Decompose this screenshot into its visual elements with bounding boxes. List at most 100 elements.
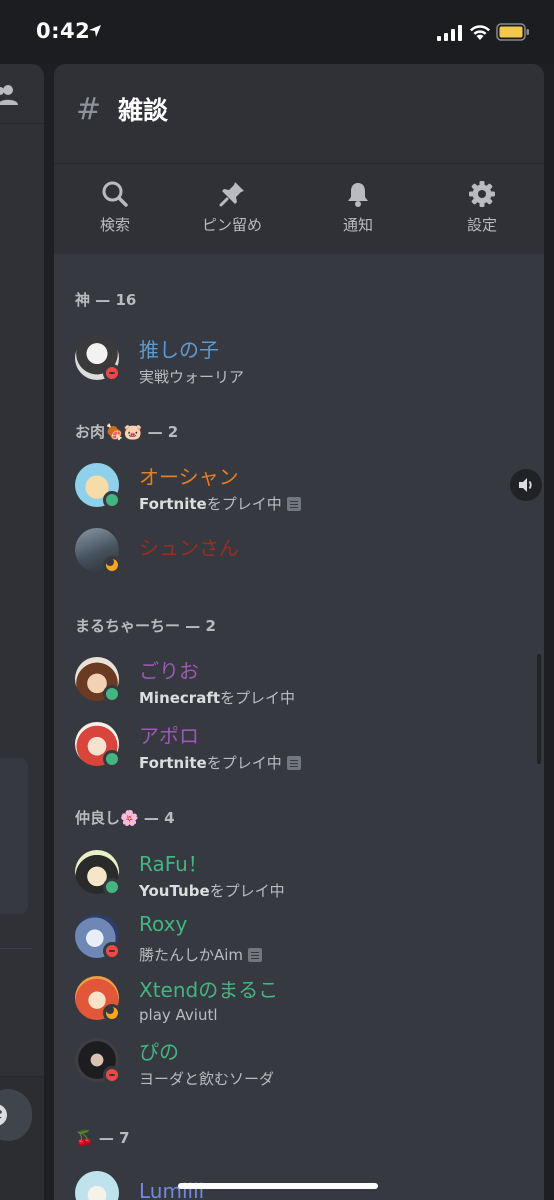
member-item[interactable]: Roxy 勝たんしかAim (75, 912, 515, 974)
dnd-status-icon (103, 942, 121, 960)
channel-title-row: # 雑談 (76, 91, 169, 127)
online-status-icon (103, 750, 121, 768)
search-button[interactable]: 検索 (65, 176, 165, 246)
cellular-signal-icon (437, 25, 462, 41)
voice-badge (510, 469, 542, 501)
rich-presence-icon (286, 496, 301, 511)
game-name: Fortnite (139, 494, 207, 513)
channel-chat-panel (0, 64, 44, 1200)
member-item[interactable]: RaFu！ YouTube をプレイ中 (75, 850, 515, 910)
chat-header (0, 64, 44, 124)
member-name: シュンさん (139, 536, 239, 560)
embed-card (0, 758, 28, 914)
status-bar: 0:42 (0, 0, 554, 64)
member-name: Roxy (139, 912, 188, 936)
member-item[interactable]: 推しの子 実戦ウォーリア (75, 336, 515, 396)
role-group-header: お肉🍖🐷 — 2 (75, 423, 179, 441)
wifi-icon (470, 25, 490, 40)
activity-text: ヨーダと飲むソーダ (139, 1070, 275, 1088)
dnd-status-icon (103, 364, 121, 382)
location-arrow-icon (89, 25, 101, 37)
activity-text: をプレイ中 (206, 495, 282, 513)
settings-label: 設定 (466, 216, 497, 234)
gear-icon (469, 181, 495, 207)
role-group-header: 神 — 16 (75, 291, 137, 309)
avatar (75, 722, 121, 768)
idle-status-icon (103, 1004, 121, 1022)
member-name: 推しの子 (139, 338, 219, 362)
settings-button[interactable]: 設定 (432, 176, 532, 246)
member-item[interactable]: Xtendのまるこ play Aviutl (75, 976, 515, 1036)
avatar (75, 336, 121, 382)
activity-text: をプレイ中 (206, 754, 282, 772)
pin-icon (219, 182, 244, 207)
game-name: Minecraft (139, 688, 221, 707)
activity-text: play Aviutl (139, 1006, 218, 1024)
member-item[interactable]: オーシャン Fortnite をプレイ中 (75, 463, 542, 523)
member-name: RaFu！ (139, 852, 208, 876)
member-name: アポロ (139, 724, 199, 748)
role-group-header: まるちゃーちー — 2 (75, 617, 216, 635)
member-activity: YouTube をプレイ中 (139, 880, 285, 901)
avatar (75, 914, 121, 960)
activity-text: をプレイ中 (209, 882, 285, 900)
member-item[interactable]: アポロ Fortnite をプレイ中 (75, 722, 515, 782)
battery-icon (496, 23, 529, 41)
online-status-icon (103, 878, 121, 896)
game-name: YouTube (139, 881, 210, 900)
role-group-header: 仲良し🌸 — 4 (75, 809, 175, 827)
drawer-header: # 雑談 検索 ピン留め 通知 設定 (54, 64, 544, 254)
activity-text: 勝たんしかAim (139, 946, 244, 964)
member-list: 神 — 16 推しの子 実戦ウォーリア お肉🍖🐷 — 2 オーシャン Fortn… (54, 254, 544, 1200)
member-activity: Fortnite をプレイ中 (139, 752, 301, 773)
member-name: オーシャン (139, 465, 239, 489)
member-activity: ヨーダと飲むソーダ (139, 1068, 274, 1089)
avatar (75, 528, 121, 574)
emoji-icon (0, 1104, 7, 1126)
member-item[interactable]: シュンさん (75, 528, 515, 588)
online-status-icon (103, 491, 121, 509)
member-name: Xtendのまるこ (139, 978, 279, 1002)
rich-presence-icon (248, 947, 263, 962)
speaker-icon (519, 478, 532, 492)
activity-text: をプレイ中 (220, 689, 296, 707)
member-activity: Minecraft をプレイ中 (139, 687, 295, 708)
idle-status-icon (103, 556, 121, 574)
bell-icon (348, 183, 368, 207)
divider (0, 948, 32, 949)
channel-actions: 検索 ピン留め 通知 設定 (54, 176, 544, 246)
activity-text: 実戦ウォーリア (139, 368, 245, 386)
search-label: 検索 (99, 216, 130, 234)
channel-name: 雑談 (118, 96, 169, 125)
member-activity: 実戦ウォーリア (139, 366, 244, 387)
game-name: Fortnite (139, 753, 207, 772)
member-name: ごりお (139, 659, 199, 683)
dnd-status-icon (103, 1066, 121, 1084)
role-group-header: 🍒 — 7 (75, 1129, 130, 1147)
pins-button[interactable]: ピン留め (182, 176, 282, 246)
members-icon[interactable] (0, 84, 20, 106)
search-icon (102, 181, 128, 207)
channel-info-drawer: # 雑談 検索 ピン留め 通知 設定 神 — 16 推しの子 実戦ウォーリア お… (54, 64, 544, 1200)
rich-presence-icon (286, 755, 301, 770)
pins-label: ピン留め (201, 216, 262, 234)
home-indicator[interactable] (178, 1183, 378, 1189)
avatar (75, 657, 121, 703)
member-name: ぴの (139, 1040, 179, 1064)
divider (54, 163, 544, 164)
notifications-button[interactable]: 通知 (308, 176, 408, 246)
member-activity: Fortnite をプレイ中 (139, 493, 301, 514)
online-status-icon (103, 685, 121, 703)
avatar (75, 1038, 121, 1084)
hash-icon: # (76, 91, 102, 127)
avatar (75, 850, 121, 896)
avatar (75, 976, 121, 1022)
member-activity: 勝たんしかAim (139, 944, 263, 965)
notifications-label: 通知 (342, 216, 373, 234)
member-item[interactable]: ごりお Minecraft をプレイ中 (75, 657, 515, 717)
avatar (75, 1171, 119, 1200)
scrollbar[interactable] (537, 654, 541, 764)
member-item[interactable]: ぴの ヨーダと飲むソーダ (75, 1038, 515, 1098)
member-activity: play Aviutl (139, 1006, 218, 1024)
status-time: 0:42 (36, 19, 91, 43)
